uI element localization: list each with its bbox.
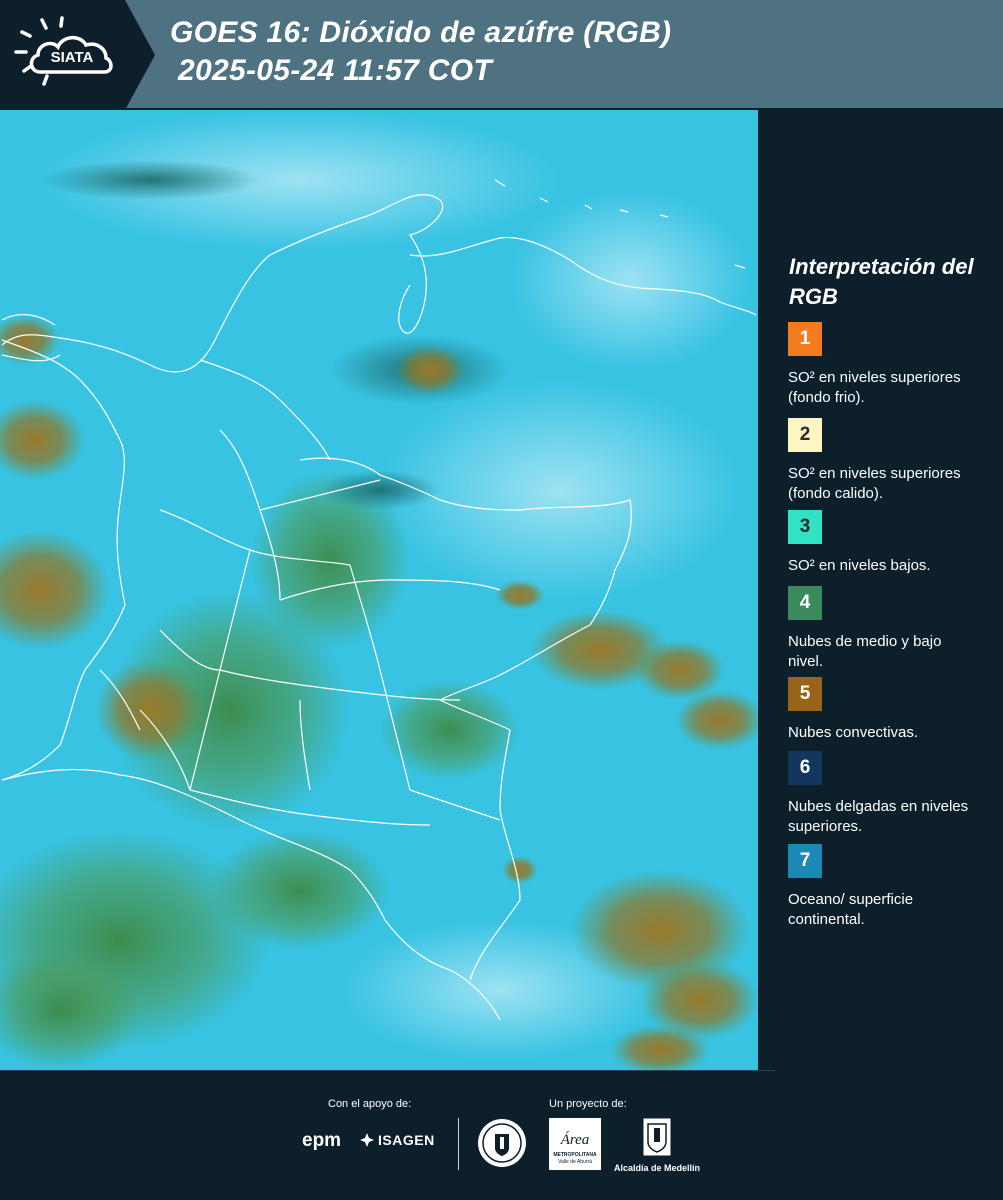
legend-label-1: SO² en niveles superiores (fondo frio).	[788, 369, 961, 406]
medellin-seal-icon	[478, 1119, 526, 1167]
legend-label-3: SO² en niveles bajos.	[788, 557, 931, 574]
legend-item-5: 5 Nubes convectivas.	[788, 677, 973, 743]
satellite-map	[0, 110, 758, 1070]
footer: Con el apoyo de: Un proyecto de: epm ISA…	[0, 1070, 1003, 1200]
area-logo-sub: METROPOLITANA	[553, 1152, 597, 1158]
legend-swatch-2: 2	[788, 418, 822, 452]
legend-swatch-3: 3	[788, 510, 822, 544]
title-line-1: GOES 16: Dióxido de azúfre (RGB)	[170, 16, 672, 49]
legend-swatch-5: 5	[788, 677, 822, 711]
map-canvas	[0, 110, 758, 1070]
legend-swatch-4: 4	[788, 586, 822, 620]
footer-divider	[458, 1118, 459, 1170]
project-label: Un proyecto de:	[549, 1098, 627, 1110]
alcaldia-logo: Alcaldía de Medellín	[612, 1118, 702, 1173]
isagen-name: ISAGEN	[378, 1132, 435, 1148]
legend-label-7: Oceano/ superficie continental.	[788, 891, 914, 928]
header: SIATA GOES 16: Dióxido de azúfre (RGB) 2…	[0, 0, 1003, 110]
legend-label-4: Nubes de medio y bajo nivel.	[788, 633, 942, 670]
legend-swatch-1: 1	[788, 322, 822, 356]
area-logo-sub2: Valle de Aburrá	[558, 1159, 592, 1165]
alcaldia-shield-icon	[643, 1118, 671, 1156]
legend-item-6: 6 Nubes delgadas en niveles superiores.	[788, 751, 973, 837]
area-logo-mark: Área METROPOLITANA Valle de Aburrá	[549, 1118, 601, 1170]
legend-label-6: Nubes delgadas en niveles superiores.	[788, 798, 969, 835]
legend-item-7: 7 Oceano/ superficie continental.	[788, 844, 973, 930]
legend-item-2: 2 SO² en niveles superiores (fondo calid…	[788, 418, 973, 504]
legend-panel: Interpretación del RGB 1 SO² en niveles …	[758, 110, 1003, 1070]
isagen-icon	[360, 1133, 374, 1147]
area-metropolitana-logo: Área METROPOLITANA Valle de Aburrá	[549, 1118, 601, 1175]
legend-swatch-7: 7	[788, 844, 822, 878]
page-title: GOES 16: Dióxido de azúfre (RGB) 2025-05…	[170, 14, 671, 90]
legend-title: Interpretación del RGB	[789, 254, 974, 309]
epm-logo: epm	[302, 1130, 342, 1151]
logo-text: SIATA	[51, 49, 94, 66]
legend-item-1: 1 SO² en niveles superiores (fondo frio)…	[788, 322, 973, 408]
alcaldia-name: Alcaldía de Medellín	[613, 1163, 701, 1173]
siata-logo: SIATA	[0, 0, 155, 110]
legend-swatch-6: 6	[788, 751, 822, 785]
legend-label-5: Nubes convectivas.	[788, 724, 919, 741]
isagen-logo: ISAGEN	[360, 1132, 435, 1148]
legend-label-2: SO² en niveles superiores (fondo calido)…	[788, 465, 961, 502]
legend-item-4: 4 Nubes de medio y bajo nivel.	[788, 586, 973, 672]
legend-item-3: 3 SO² en niveles bajos.	[788, 510, 973, 576]
title-line-2: 2025-05-24 11:57 COT	[178, 54, 492, 87]
support-label: Con el apoyo de:	[328, 1098, 412, 1110]
footer-divider-line	[0, 1070, 775, 1071]
area-logo-text: Área	[560, 1131, 590, 1148]
